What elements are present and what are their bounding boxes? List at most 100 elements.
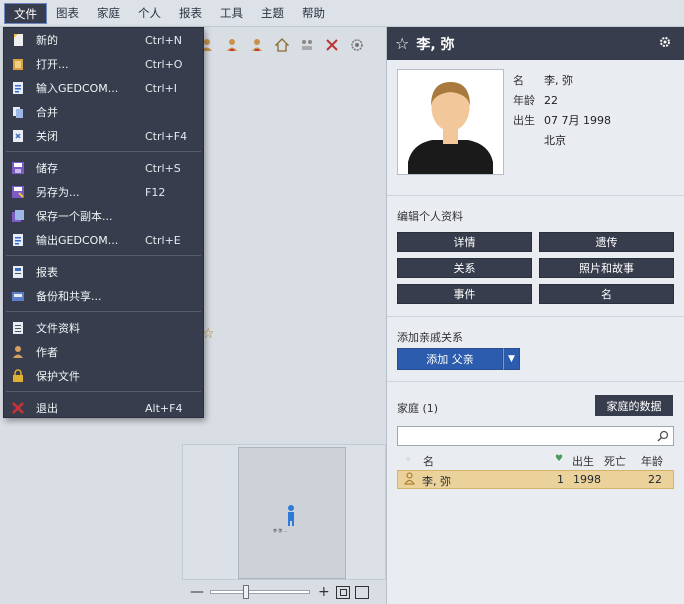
menu-separator	[6, 391, 201, 392]
section-divider	[387, 381, 684, 382]
home-icon[interactable]	[275, 38, 289, 52]
column-name[interactable]: 名	[423, 453, 434, 469]
report-icon	[13, 266, 23, 278]
menu-item-protect[interactable]: 保护文件	[4, 364, 203, 388]
author-icon	[13, 346, 23, 358]
row-age: 22	[648, 473, 662, 486]
section-divider	[387, 316, 684, 317]
menu-family[interactable]: 家庭	[88, 3, 129, 24]
table-row[interactable]: 李, 弥 1 1998 22	[397, 470, 674, 489]
person-info: 名 李, 弥 年龄 22 出生 07 7月 1998 北京	[513, 71, 611, 151]
names-button[interactable]: 名	[539, 284, 674, 304]
column-age[interactable]: 年龄	[641, 453, 663, 469]
events-button[interactable]: 事件	[397, 284, 532, 304]
menu-item-import-gedcom[interactable]: 输入GEDCOM... Ctrl+I	[4, 76, 203, 100]
menu-person[interactable]: 个人	[129, 3, 170, 24]
column-death[interactable]: 死亡	[604, 453, 626, 469]
backup-icon	[12, 292, 24, 301]
fit-to-screen-icon[interactable]	[336, 585, 350, 599]
expand-icon[interactable]	[355, 585, 369, 599]
menu-item-reports[interactable]: 报表	[4, 260, 203, 284]
details-button[interactable]: 详情	[397, 232, 532, 252]
age-label: 年龄	[513, 94, 535, 107]
menu-item-exit[interactable]: 退出 Alt+F4	[4, 396, 203, 420]
menu-item-save-copy[interactable]: 保存一个副本...	[4, 204, 203, 228]
add-child-icon[interactable]	[250, 38, 264, 52]
tools-icon[interactable]	[325, 38, 339, 52]
favorite-star-icon[interactable]: ☆	[395, 34, 409, 53]
family-data-button[interactable]: 家庭的数据	[595, 395, 673, 416]
menu-item-author[interactable]: 作者	[4, 340, 203, 364]
row-count: 1	[557, 473, 564, 486]
file-info-icon	[13, 322, 23, 334]
exit-icon	[12, 402, 24, 414]
menu-item-open[interactable]: 打开... Ctrl+O	[4, 52, 203, 76]
menu-tools[interactable]: 工具	[211, 3, 252, 24]
menu-file[interactable]: 文件	[4, 2, 47, 24]
new-file-icon	[14, 34, 23, 46]
menu-help[interactable]: 帮助	[293, 3, 334, 24]
add-relative-dropdown-arrow[interactable]: ▼	[503, 348, 520, 370]
birth-label: 出生	[513, 114, 535, 127]
merge-icon	[13, 107, 23, 118]
close-file-icon	[13, 130, 23, 142]
panel-header: ☆ 李, 弥	[387, 27, 684, 60]
birth-place-value: 北京	[544, 134, 566, 147]
person-name-title: 李, 弥	[416, 36, 455, 53]
import-gedcom-icon	[13, 82, 23, 94]
genetics-button[interactable]: 遗传	[539, 232, 674, 252]
menu-separator	[6, 311, 201, 312]
save-as-icon	[12, 186, 24, 198]
person-row-icon	[404, 472, 415, 488]
add-parent-icon[interactable]	[225, 38, 239, 52]
menu-item-new[interactable]: 新的 Ctrl+N	[4, 28, 203, 52]
edit-section-title: 编辑个人资料	[397, 210, 463, 223]
menu-item-save[interactable]: 储存 Ctrl+S	[4, 156, 203, 180]
menu-item-export-gedcom[interactable]: 输出GEDCOM... Ctrl+E	[4, 228, 203, 252]
family-search-input[interactable]	[397, 426, 674, 446]
avatar-silhouette-icon	[408, 82, 493, 174]
minimap-person-icon	[288, 505, 294, 526]
menu-item-save-as[interactable]: 另存为... F12	[4, 180, 203, 204]
menu-item-merge[interactable]: 合并	[4, 100, 203, 124]
minimap-viewport[interactable]: 李 弥 ...	[238, 447, 346, 579]
zoom-slider-thumb[interactable]	[243, 585, 249, 599]
section-divider	[387, 195, 684, 196]
open-folder-icon	[13, 59, 23, 70]
person-photo[interactable]	[397, 69, 504, 175]
photos-stories-button[interactable]: 照片和故事	[539, 258, 674, 278]
zoom-slider[interactable]	[210, 585, 310, 599]
minimap[interactable]: 李 弥 ...	[182, 444, 386, 580]
add-father-button[interactable]: 添加 父亲	[397, 348, 503, 370]
menu-theme[interactable]: 主题	[252, 3, 293, 24]
save-icon	[12, 162, 24, 174]
save-copy-icon	[12, 210, 24, 222]
settings-icon[interactable]	[350, 38, 364, 52]
relations-button[interactable]: 关系	[397, 258, 532, 278]
name-value: 李, 弥	[544, 74, 573, 87]
gear-icon[interactable]	[658, 35, 672, 49]
zoom-out-button[interactable]: —	[190, 584, 204, 600]
heart-icon: ♥	[555, 454, 564, 464]
menu-charts[interactable]: 图表	[47, 3, 88, 24]
zoom-in-button[interactable]: +	[318, 584, 330, 600]
zoom-bar: — +	[182, 580, 386, 604]
row-birth: 1998	[573, 473, 601, 486]
birth-date-value: 07 7月 1998	[544, 114, 611, 127]
menu-item-close[interactable]: 关闭 Ctrl+F4	[4, 124, 203, 148]
family-tree-icon[interactable]	[300, 38, 314, 52]
toolbar	[200, 34, 375, 56]
menu-item-backup[interactable]: 备份和共享...	[4, 284, 203, 308]
menu-item-file-info[interactable]: 文件资料	[4, 316, 203, 340]
select-column-icon[interactable]: ◦	[405, 453, 412, 466]
export-gedcom-icon	[13, 234, 23, 246]
lock-icon	[13, 369, 23, 382]
column-birth[interactable]: 出生	[572, 453, 594, 469]
search-icon[interactable]	[657, 430, 669, 442]
row-name: 李, 弥	[422, 475, 451, 488]
add-relative-title: 添加亲戚关系	[397, 331, 463, 344]
menu-reports[interactable]: 报表	[170, 3, 211, 24]
minimap-node-label: 李 弥 ...	[273, 528, 288, 533]
file-menu-dropdown: 新的 Ctrl+N 打开... Ctrl+O 输入GEDCOM... Ctrl+…	[3, 27, 204, 418]
menu-separator	[6, 255, 201, 256]
